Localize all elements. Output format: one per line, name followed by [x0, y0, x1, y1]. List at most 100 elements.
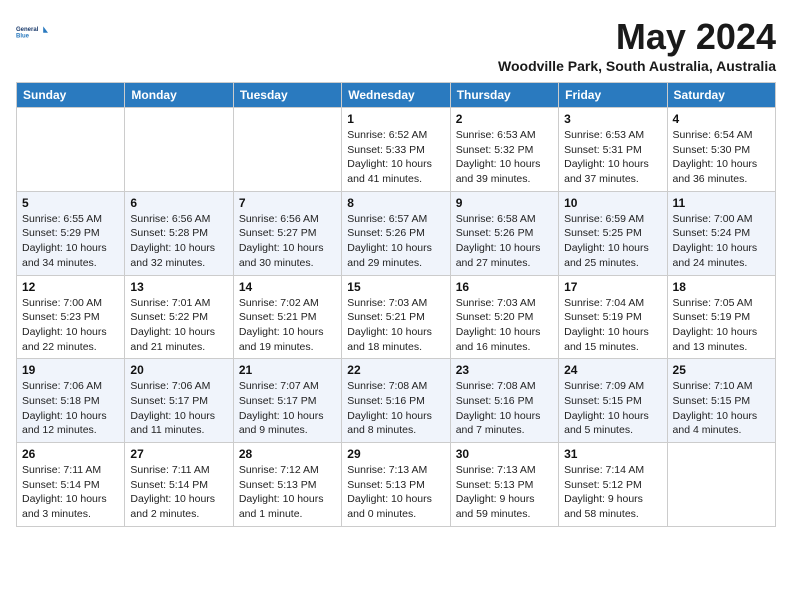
day-info: Sunrise: 7:06 AM Sunset: 5:18 PM Dayligh…: [22, 379, 119, 438]
calendar-cell: [667, 443, 775, 527]
calendar-cell: 6 Sunrise: 6:56 AM Sunset: 5:28 PM Daylig…: [125, 191, 233, 275]
day-number: 10: [564, 196, 661, 210]
calendar-week-row: 12Sunrise: 7:00 AM Sunset: 5:23 PM Dayli…: [17, 275, 776, 359]
day-info: Sunrise: 7:11 AM Sunset: 5:14 PM Dayligh…: [22, 463, 119, 522]
day-number: 15: [347, 280, 444, 294]
day-number: 2: [456, 112, 553, 126]
day-info: Sunrise: 7:05 AM Sunset: 5:19 PM Dayligh…: [673, 296, 770, 355]
day-number: 22: [347, 363, 444, 377]
month-title: May 2024: [498, 16, 776, 58]
day-number: 14: [239, 280, 336, 294]
calendar-cell: 2Sunrise: 6:53 AM Sunset: 5:32 PM Daylig…: [450, 108, 558, 192]
day-number: 17: [564, 280, 661, 294]
calendar-cell: 4Sunrise: 6:54 AM Sunset: 5:30 PM Daylig…: [667, 108, 775, 192]
day-info: Sunrise: 6:57 AM Sunset: 5:26 PM Dayligh…: [347, 212, 444, 271]
calendar-week-row: 26 Sunrise: 7:11 AM Sunset: 5:14 PM Dayli…: [17, 443, 776, 527]
calendar-cell: 3 Sunrise: 6:53 AM Sunset: 5:31 PM Daylig…: [559, 108, 667, 192]
day-number: 1: [347, 112, 444, 126]
day-info: Sunrise: 6:55 AM Sunset: 5:29 PM Dayligh…: [22, 212, 119, 271]
day-number: 5: [22, 196, 119, 210]
calendar-cell: 30 Sunrise: 7:13 AM Sunset: 5:13 PM Dayli…: [450, 443, 558, 527]
day-info: Sunrise: 7:03 AM Sunset: 5:20 PM Dayligh…: [456, 296, 553, 355]
day-info: Sunrise: 6:53 AM Sunset: 5:31 PM Dayligh…: [564, 128, 661, 187]
calendar-cell: 12Sunrise: 7:00 AM Sunset: 5:23 PM Dayli…: [17, 275, 125, 359]
day-info: Sunrise: 7:10 AM Sunset: 5:15 PM Dayligh…: [673, 379, 770, 438]
day-info: Sunrise: 7:11 AM Sunset: 5:14 PM Dayligh…: [130, 463, 227, 522]
day-info: Sunrise: 7:04 AM Sunset: 5:19 PM Dayligh…: [564, 296, 661, 355]
day-info: Sunrise: 6:54 AM Sunset: 5:30 PM Dayligh…: [673, 128, 770, 187]
calendar-table: SundayMondayTuesdayWednesdayThursdayFrid…: [16, 82, 776, 527]
day-info: Sunrise: 7:00 AM Sunset: 5:24 PM Dayligh…: [673, 212, 770, 271]
weekday-header: Sunday: [17, 83, 125, 108]
day-info: Sunrise: 7:12 AM Sunset: 5:13 PM Dayligh…: [239, 463, 336, 522]
weekday-header: Friday: [559, 83, 667, 108]
calendar-week-row: 1 Sunrise: 6:52 AM Sunset: 5:33 PM Daylig…: [17, 108, 776, 192]
day-number: 7: [239, 196, 336, 210]
title-block: May 2024 Woodville Park, South Australia…: [498, 16, 776, 74]
calendar-cell: 1 Sunrise: 6:52 AM Sunset: 5:33 PM Daylig…: [342, 108, 450, 192]
day-info: Sunrise: 7:14 AM Sunset: 5:12 PM Dayligh…: [564, 463, 661, 522]
calendar-cell: 24Sunrise: 7:09 AM Sunset: 5:15 PM Dayli…: [559, 359, 667, 443]
weekday-header: Wednesday: [342, 83, 450, 108]
day-info: Sunrise: 7:08 AM Sunset: 5:16 PM Dayligh…: [456, 379, 553, 438]
day-number: 11: [673, 196, 770, 210]
svg-text:Blue: Blue: [16, 34, 30, 40]
calendar-cell: 14 Sunrise: 7:02 AM Sunset: 5:21 PM Dayli…: [233, 275, 341, 359]
day-number: 3: [564, 112, 661, 126]
day-number: 23: [456, 363, 553, 377]
day-number: 21: [239, 363, 336, 377]
day-number: 16: [456, 280, 553, 294]
calendar-cell: 18 Sunrise: 7:05 AM Sunset: 5:19 PM Dayli…: [667, 275, 775, 359]
day-info: Sunrise: 6:56 AM Sunset: 5:27 PM Dayligh…: [239, 212, 336, 271]
weekday-header: Tuesday: [233, 83, 341, 108]
day-info: Sunrise: 7:07 AM Sunset: 5:17 PM Dayligh…: [239, 379, 336, 438]
calendar-cell: [17, 108, 125, 192]
day-number: 18: [673, 280, 770, 294]
page-header: GeneralBlue May 2024 Woodville Park, Sou…: [16, 16, 776, 74]
calendar-cell: 22 Sunrise: 7:08 AM Sunset: 5:16 PM Dayli…: [342, 359, 450, 443]
logo: GeneralBlue: [16, 16, 48, 48]
day-info: Sunrise: 7:03 AM Sunset: 5:21 PM Dayligh…: [347, 296, 444, 355]
day-info: Sunrise: 7:06 AM Sunset: 5:17 PM Dayligh…: [130, 379, 227, 438]
day-number: 29: [347, 447, 444, 461]
day-info: Sunrise: 6:56 AM Sunset: 5:28 PM Dayligh…: [130, 212, 227, 271]
day-number: 13: [130, 280, 227, 294]
day-number: 8: [347, 196, 444, 210]
day-number: 6: [130, 196, 227, 210]
day-number: 25: [673, 363, 770, 377]
weekday-header: Monday: [125, 83, 233, 108]
calendar-cell: 25 Sunrise: 7:10 AM Sunset: 5:15 PM Dayli…: [667, 359, 775, 443]
day-info: Sunrise: 7:08 AM Sunset: 5:16 PM Dayligh…: [347, 379, 444, 438]
day-number: 9: [456, 196, 553, 210]
day-info: Sunrise: 7:13 AM Sunset: 5:13 PM Dayligh…: [347, 463, 444, 522]
day-info: Sunrise: 7:02 AM Sunset: 5:21 PM Dayligh…: [239, 296, 336, 355]
calendar-cell: 26 Sunrise: 7:11 AM Sunset: 5:14 PM Dayli…: [17, 443, 125, 527]
day-number: 12: [22, 280, 119, 294]
calendar-week-row: 19Sunrise: 7:06 AM Sunset: 5:18 PM Dayli…: [17, 359, 776, 443]
calendar-cell: 21 Sunrise: 7:07 AM Sunset: 5:17 PM Dayli…: [233, 359, 341, 443]
calendar-cell: 19Sunrise: 7:06 AM Sunset: 5:18 PM Dayli…: [17, 359, 125, 443]
day-number: 30: [456, 447, 553, 461]
calendar-cell: 7 Sunrise: 6:56 AM Sunset: 5:27 PM Daylig…: [233, 191, 341, 275]
calendar-cell: 29 Sunrise: 7:13 AM Sunset: 5:13 PM Dayli…: [342, 443, 450, 527]
svg-text:General: General: [16, 27, 39, 33]
day-number: 26: [22, 447, 119, 461]
calendar-cell: [233, 108, 341, 192]
calendar-cell: 15 Sunrise: 7:03 AM Sunset: 5:21 PM Dayli…: [342, 275, 450, 359]
day-info: Sunrise: 7:09 AM Sunset: 5:15 PM Dayligh…: [564, 379, 661, 438]
day-info: Sunrise: 6:52 AM Sunset: 5:33 PM Dayligh…: [347, 128, 444, 187]
weekday-header-row: SundayMondayTuesdayWednesdayThursdayFrid…: [17, 83, 776, 108]
calendar-cell: [125, 108, 233, 192]
day-info: Sunrise: 7:01 AM Sunset: 5:22 PM Dayligh…: [130, 296, 227, 355]
calendar-cell: 13 Sunrise: 7:01 AM Sunset: 5:22 PM Dayli…: [125, 275, 233, 359]
calendar-cell: 11 Sunrise: 7:00 AM Sunset: 5:24 PM Dayli…: [667, 191, 775, 275]
logo-icon: GeneralBlue: [16, 16, 48, 48]
calendar-cell: 9Sunrise: 6:58 AM Sunset: 5:26 PM Daylig…: [450, 191, 558, 275]
calendar-week-row: 5 Sunrise: 6:55 AM Sunset: 5:29 PM Daylig…: [17, 191, 776, 275]
day-info: Sunrise: 7:13 AM Sunset: 5:13 PM Dayligh…: [456, 463, 553, 522]
day-number: 31: [564, 447, 661, 461]
day-number: 20: [130, 363, 227, 377]
calendar-cell: 17 Sunrise: 7:04 AM Sunset: 5:19 PM Dayli…: [559, 275, 667, 359]
calendar-cell: 5 Sunrise: 6:55 AM Sunset: 5:29 PM Daylig…: [17, 191, 125, 275]
calendar-cell: 31 Sunrise: 7:14 AM Sunset: 5:12 PM Dayli…: [559, 443, 667, 527]
